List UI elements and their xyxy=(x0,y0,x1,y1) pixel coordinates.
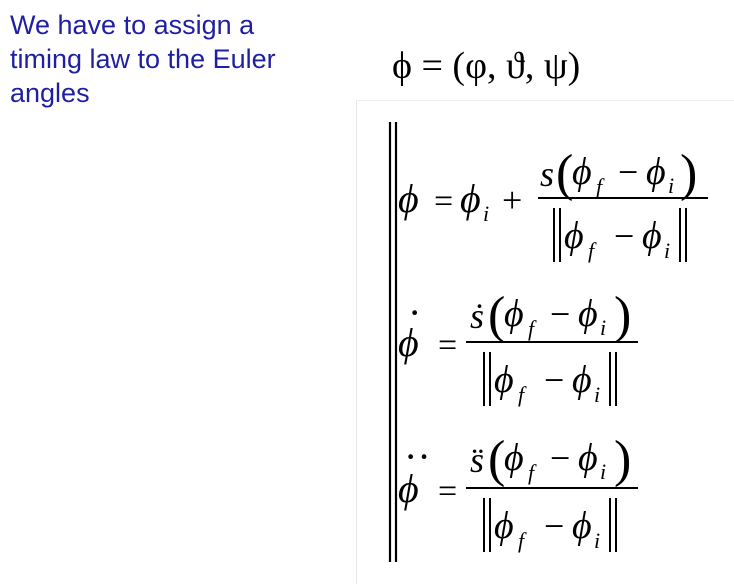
eq2-phi: ϕ xyxy=(398,320,419,365)
eq3-equals: = xyxy=(438,473,457,510)
text-line-3: angles xyxy=(10,78,90,108)
eq2-s-dot: ṡ xyxy=(470,296,484,336)
eq3-num-phi-i: ϕ xyxy=(578,437,598,479)
text-line-2: timing law to the Euler xyxy=(10,44,276,74)
eq2-den-sub-i: i xyxy=(594,382,600,407)
eq1-num-phi-f: ϕ xyxy=(572,151,592,193)
euler-angles-tuple: ϕ = (φ, ϑ, ψ) xyxy=(392,45,581,87)
eq1-num-minus: − xyxy=(618,152,638,192)
eq3-lparen: ( xyxy=(488,431,505,488)
eq2-den-minus: − xyxy=(544,360,564,400)
slide: We have to assign a timing law to the Eu… xyxy=(0,0,734,584)
eq2-den-phi-f: ϕ xyxy=(494,359,514,401)
eq1-equals: = xyxy=(434,183,453,220)
eq1-num-sub-i: i xyxy=(668,173,674,198)
eq3-s-ddot: s̈ xyxy=(470,440,484,480)
eq3-num-sub-i: i xyxy=(600,459,606,484)
eq1-plus: + xyxy=(502,180,522,220)
eq1-phi: ϕ xyxy=(398,176,419,221)
eq2-num-phi-f: ϕ xyxy=(504,293,524,335)
eq1-rparen: ) xyxy=(680,145,697,202)
eq3-den-minus: − xyxy=(544,506,564,546)
eq2-rparen: ) xyxy=(614,287,631,344)
eq2-den-phi-i: ϕ xyxy=(572,359,592,401)
eq3-den-sub-i: i xyxy=(594,528,600,553)
text-line-1: We have to assign a xyxy=(10,10,255,40)
eq1-den-minus: − xyxy=(614,216,634,256)
eq2-lparen: ( xyxy=(488,287,505,344)
equation-velocity: · ϕ = ṡ ( ϕ f − ϕ i ) ϕ f − ϕ i xyxy=(398,287,638,407)
eq3-num-phi-f: ϕ xyxy=(504,437,524,479)
eq1-den-sub-i: i xyxy=(664,238,670,263)
eq2-num-sub-f: f xyxy=(528,316,537,341)
eq1-num-sub-f: f xyxy=(596,174,605,199)
eq2-den-sub-f: f xyxy=(518,382,527,407)
slide-text: We have to assign a timing law to the Eu… xyxy=(10,8,340,110)
eq3-num-minus: − xyxy=(550,438,570,478)
eq2-equals: = xyxy=(438,327,457,364)
eq2-num-minus: − xyxy=(550,294,570,334)
eq1-lparen: ( xyxy=(556,145,573,202)
eq1-sub-i: i xyxy=(483,201,489,226)
eq1-den-sub-f: f xyxy=(588,238,597,263)
equation-acceleration: ·· ϕ = s̈ ( ϕ f − ϕ i ) ϕ f − ϕ i xyxy=(398,431,638,553)
eq3-rparen: ) xyxy=(614,431,631,488)
eq1-den-phi-f: ϕ xyxy=(564,215,584,257)
eq3-num-sub-f: f xyxy=(528,460,537,485)
eq1-phi-i: ϕ xyxy=(460,176,481,221)
eq3-den-sub-f: f xyxy=(518,528,527,553)
eq3-den-phi-f: ϕ xyxy=(494,505,514,547)
eq1-num-phi-i: ϕ xyxy=(646,151,666,193)
eq2-num-phi-i: ϕ xyxy=(578,293,598,335)
eq1-s: s xyxy=(540,154,554,194)
eq2-num-sub-i: i xyxy=(600,315,606,340)
eq3-den-phi-i: ϕ xyxy=(572,505,592,547)
eq1-den-phi-i: ϕ xyxy=(642,215,662,257)
equation-position: ϕ = ϕ i + s ( ϕ f − ϕ i ) ϕ f − ϕ i xyxy=(398,145,708,263)
timing-law-equations: ϕ = ϕ i + s ( ϕ f − ϕ i ) ϕ f − ϕ i · ϕ … xyxy=(388,122,708,562)
eq3-phi: ϕ xyxy=(398,466,419,511)
